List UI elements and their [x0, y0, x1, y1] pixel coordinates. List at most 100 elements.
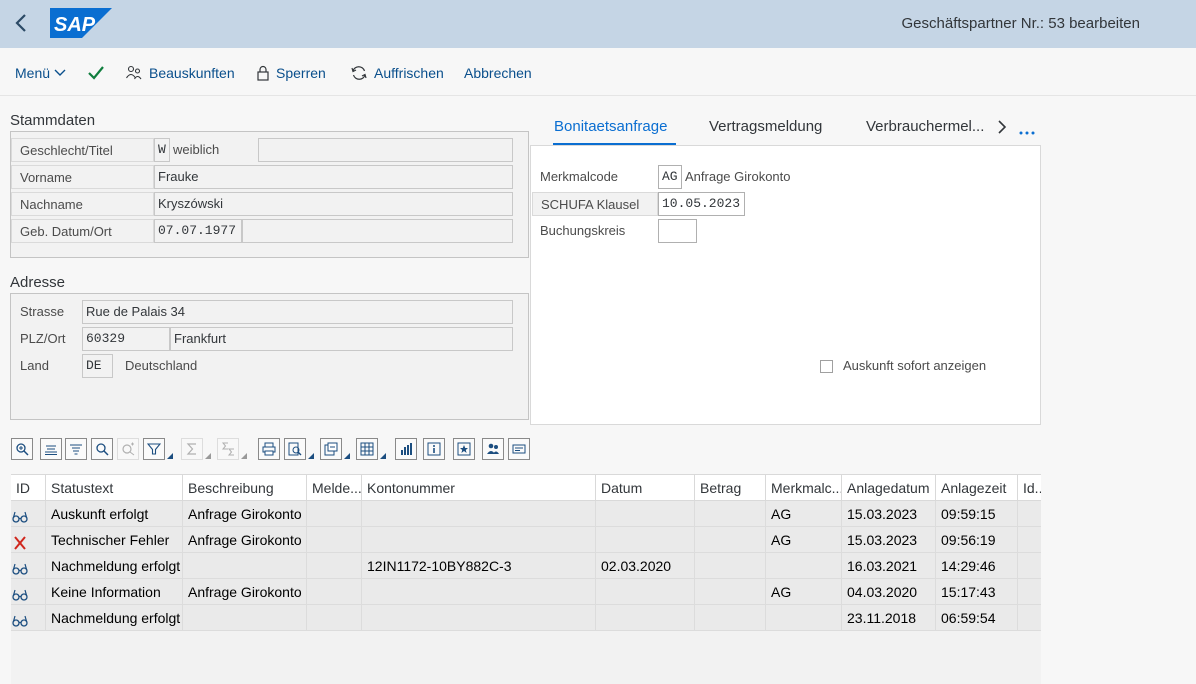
cell-konto — [362, 527, 596, 553]
filter-dropdown-icon[interactable] — [165, 438, 175, 460]
cell-anlagezeit: 09:56:19 — [936, 527, 1018, 553]
sort-ascending-icon[interactable] — [40, 438, 62, 460]
cell-konto: 12IN1172-10BY882C-3 — [362, 553, 596, 579]
users-icon[interactable] — [482, 438, 504, 460]
buchungskreis-field[interactable] — [658, 219, 697, 243]
column-header-betrag[interactable]: Betrag — [695, 475, 766, 501]
geb-datum-field[interactable]: 07.07.1977 — [154, 219, 242, 243]
print-preview-icon[interactable] — [284, 438, 306, 460]
cell-anlagedatum: 04.03.2020 — [842, 579, 936, 605]
cell-id — [1018, 579, 1041, 605]
tab-vertragsmeldung[interactable]: Vertragsmeldung — [709, 118, 822, 135]
column-header-kontonummer[interactable]: Kontonummer — [362, 475, 596, 501]
menu-button[interactable]: Menü — [15, 64, 66, 82]
cell-anlagezeit: 15:17:43 — [936, 579, 1018, 605]
auffrischen-button[interactable]: Auffrischen — [350, 64, 444, 82]
subtotal-dropdown-icon[interactable] — [239, 438, 249, 460]
beauskunften-label: Beauskunften — [149, 65, 235, 81]
back-icon[interactable] — [14, 12, 34, 36]
refresh-icon — [350, 65, 368, 81]
abc-analysis-icon[interactable] — [453, 438, 475, 460]
error-icon[interactable] — [12, 532, 30, 550]
cell-id — [1018, 527, 1041, 553]
export-icon[interactable] — [320, 438, 342, 460]
column-header-datum[interactable]: Datum — [596, 475, 695, 501]
merkmalcode-field[interactable]: AG — [658, 165, 682, 189]
cell-anlagedatum: 16.03.2021 — [842, 553, 936, 579]
grid-toolbar — [10, 436, 1041, 464]
column-header-statustext[interactable]: Statustext — [46, 475, 183, 501]
chevron-right-icon[interactable] — [997, 119, 1009, 135]
tab-verbrauchermeldung[interactable]: Verbrauchermel... — [866, 118, 984, 135]
merkmalcode-label: Merkmalcode — [540, 169, 619, 184]
column-header-id[interactable]: ID — [11, 475, 46, 501]
glasses-icon[interactable] — [12, 558, 30, 575]
table-row[interactable]: Keine Information Anfrage Girokonto AG 04.0… — [11, 579, 1041, 605]
cell-id — [11, 579, 46, 605]
column-header-beschreibung[interactable]: Beschreibung — [183, 475, 307, 501]
glasses-icon[interactable] — [12, 584, 30, 601]
cell-melde — [307, 605, 362, 631]
vorname-field[interactable]: Frauke — [154, 165, 513, 189]
strasse-label: Strasse — [20, 304, 65, 319]
glasses-icon[interactable] — [12, 506, 30, 523]
info-icon[interactable] — [423, 438, 445, 460]
beauskunften-button[interactable]: Beauskunften — [125, 64, 235, 82]
search-next-icon[interactable] — [117, 438, 139, 460]
print-icon[interactable] — [258, 438, 280, 460]
cell-beschreibung — [183, 553, 307, 579]
plz-field[interactable]: 60329 — [82, 327, 170, 351]
chart-icon[interactable] — [395, 438, 417, 460]
sperren-label: Sperren — [276, 65, 326, 81]
zoom-icon[interactable] — [11, 438, 33, 460]
column-header-id2[interactable]: Id... — [1018, 475, 1041, 501]
overflow-icon[interactable] — [1018, 125, 1036, 135]
export-dropdown-icon[interactable] — [342, 438, 352, 460]
geschlecht-text: weiblich — [173, 142, 220, 157]
vorname-label: Vorname — [11, 165, 154, 189]
sort-descending-icon[interactable] — [65, 438, 87, 460]
column-header-anlagezeit[interactable]: Anlagezeit — [936, 475, 1018, 501]
table-row[interactable]: Auskunft erfolgt Anfrage Girokonto AG 15.03… — [11, 501, 1041, 527]
table-row[interactable]: Nachmeldung erfolgt 12IN1172-10BY882C-3 02… — [11, 553, 1041, 579]
details-card-icon[interactable] — [508, 438, 530, 460]
sperren-button[interactable]: Sperren — [256, 64, 326, 82]
cell-betrag — [695, 527, 766, 553]
sum-dropdown-icon[interactable] — [203, 438, 213, 460]
confirm-button[interactable] — [88, 64, 104, 82]
print-preview-dropdown-icon[interactable] — [306, 438, 316, 460]
cell-merkmal: AG — [766, 501, 842, 527]
ort-field[interactable]: Frankfurt — [170, 327, 513, 351]
column-header-melde[interactable]: Melde... — [307, 475, 362, 501]
cell-status: Nachmeldung erfolgt — [46, 553, 183, 579]
partner-history-table: ID Statustext Beschreibung Melde... Kont… — [11, 474, 1041, 684]
nachname-field[interactable]: Kryszówski — [154, 192, 513, 216]
sum-icon[interactable] — [181, 438, 203, 460]
geb-ort-field[interactable] — [242, 219, 513, 243]
tab-bonitaetsanfrage[interactable]: Bonitaetsanfrage — [554, 118, 667, 135]
menu-label: Menü — [15, 65, 51, 81]
schufa-field[interactable]: 10.05.2023 — [658, 192, 745, 216]
layout-icon[interactable] — [356, 438, 378, 460]
titel-field[interactable] — [258, 138, 513, 162]
glasses-icon[interactable] — [12, 610, 30, 627]
table-row[interactable]: Nachmeldung erfolgt 23.11.2018 06:59:54 — [11, 605, 1041, 631]
land-code-field[interactable]: DE — [82, 354, 113, 378]
cell-melde — [307, 527, 362, 553]
cell-id — [1018, 605, 1041, 631]
column-header-anlagedatum[interactable]: Anlagedatum — [842, 475, 936, 501]
column-header-merkmalcode[interactable]: Merkmalc... — [766, 475, 842, 501]
layout-dropdown-icon[interactable] — [378, 438, 388, 460]
cell-anlagedatum: 23.11.2018 — [842, 605, 936, 631]
strasse-field[interactable]: Rue de Palais 34 — [82, 300, 513, 324]
abbrechen-button[interactable]: Abbrechen — [464, 64, 532, 82]
table-header: ID Statustext Beschreibung Melde... Kont… — [11, 475, 1041, 501]
auskunft-checkbox[interactable] — [820, 360, 833, 373]
search-icon[interactable] — [91, 438, 113, 460]
cell-merkmal: AG — [766, 579, 842, 605]
filter-icon[interactable] — [143, 438, 165, 460]
table-row[interactable]: Technischer Fehler Anfrage Girokonto AG 15.… — [11, 527, 1041, 553]
subtotal-icon[interactable] — [217, 438, 239, 460]
geschlecht-code-field[interactable]: W — [154, 138, 170, 162]
cell-beschreibung: Anfrage Girokonto — [183, 501, 307, 527]
